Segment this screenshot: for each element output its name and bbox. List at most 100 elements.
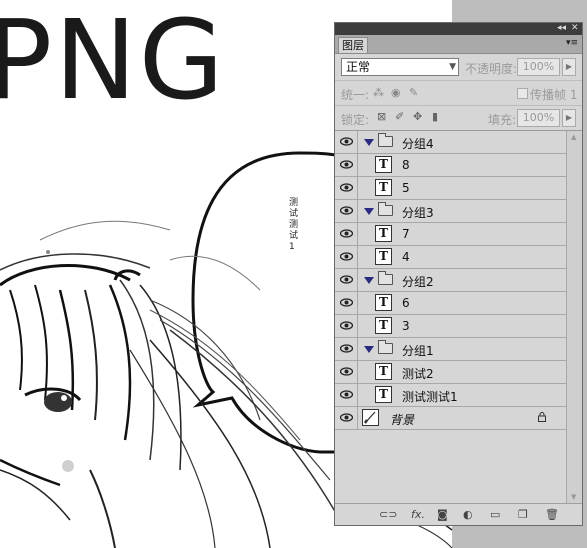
layer-row[interactable]: 分组2 bbox=[335, 269, 566, 292]
lock-label: 锁定: bbox=[341, 113, 370, 127]
text-layer-icon: T bbox=[375, 248, 392, 265]
text-layer-icon: T bbox=[375, 179, 392, 196]
fill-label: 填充: bbox=[488, 113, 517, 127]
fx-icon[interactable]: fx. bbox=[411, 508, 425, 521]
scroll-up-icon[interactable]: ▲ bbox=[571, 133, 576, 141]
collapse-icon[interactable]: ◂◂ bbox=[557, 22, 566, 34]
unify-position-icon[interactable]: ⁂ bbox=[373, 86, 384, 99]
tab-layers[interactable]: 图层 bbox=[338, 37, 368, 53]
blend-opacity-row: 正常 ▼ 不透明度: 100% ▶ bbox=[335, 54, 582, 80]
layer-row[interactable]: T 3 bbox=[335, 315, 566, 338]
panel-tab-row: 图层 ▾≡ bbox=[335, 35, 582, 54]
layer-name: 测试测试1 bbox=[402, 390, 458, 404]
eye-icon[interactable] bbox=[335, 177, 358, 199]
text-layer-icon: T bbox=[375, 156, 392, 173]
layer-row[interactable]: T 测试2 bbox=[335, 361, 566, 384]
opacity-input[interactable]: 100% bbox=[517, 58, 560, 76]
layer-row[interactable]: T 7 bbox=[335, 223, 566, 246]
eye-icon[interactable] bbox=[335, 246, 358, 268]
eye-icon[interactable] bbox=[335, 200, 358, 222]
mask-icon[interactable]: ◙ bbox=[437, 508, 448, 521]
disclosure-triangle-icon[interactable] bbox=[364, 139, 374, 146]
eye-icon[interactable] bbox=[335, 338, 358, 360]
layer-name: 测试2 bbox=[402, 367, 434, 381]
text-layer-icon: T bbox=[375, 225, 392, 242]
lock-transparency-icon[interactable]: ⊠ bbox=[377, 110, 386, 123]
layer-row[interactable]: 分组1 bbox=[335, 338, 566, 361]
layer-row-background[interactable]: 背景 bbox=[335, 407, 566, 430]
disclosure-triangle-icon[interactable] bbox=[364, 208, 374, 215]
eye-icon[interactable] bbox=[335, 315, 358, 337]
layer-name: 4 bbox=[402, 250, 410, 264]
unify-style-icon[interactable]: ✎ bbox=[409, 86, 418, 99]
unify-label: 统一: bbox=[341, 88, 370, 102]
folder-icon bbox=[378, 271, 393, 285]
lock-fill-row: 锁定: ⊠ ✐ ✥ ▮ 填充: 100% ▶ bbox=[335, 105, 582, 131]
layer-name: 分组1 bbox=[402, 344, 434, 358]
opacity-arrow-icon[interactable]: ▶ bbox=[562, 58, 576, 76]
layer-name: 分组3 bbox=[402, 206, 434, 220]
eye-icon[interactable] bbox=[335, 269, 358, 291]
layer-row[interactable]: T 5 bbox=[335, 177, 566, 200]
layer-name: 5 bbox=[402, 181, 410, 195]
layer-list: 分组4 T 8 T 5 分组3 T 7 T 4 分组2 T 6 T 3 分组1 … bbox=[335, 131, 566, 431]
layer-row[interactable]: 分组3 bbox=[335, 200, 566, 223]
link-icon[interactable]: ⊂⊃ bbox=[379, 508, 397, 521]
panel-bottom-toolbar: ⊂⊃ fx. ◙ ◐ ▭ ❐ 🗑 bbox=[335, 503, 582, 526]
layer-row[interactable]: T 测试测试1 bbox=[335, 384, 566, 407]
background-thumbnail bbox=[362, 409, 379, 426]
trash-icon[interactable]: 🗑 bbox=[545, 508, 559, 521]
chevron-down-icon: ▼ bbox=[449, 62, 456, 72]
disclosure-triangle-icon[interactable] bbox=[364, 277, 374, 284]
blend-mode-value: 正常 bbox=[346, 60, 371, 74]
eye-icon[interactable] bbox=[335, 361, 358, 383]
new-layer-icon[interactable]: ❐ bbox=[518, 508, 528, 521]
layer-name: 分组4 bbox=[402, 137, 434, 151]
eye-icon[interactable] bbox=[335, 131, 358, 153]
layer-name: 8 bbox=[402, 158, 410, 172]
fill-input[interactable]: 100% bbox=[517, 109, 560, 127]
disclosure-triangle-icon[interactable] bbox=[364, 346, 374, 353]
layer-name: 6 bbox=[402, 296, 410, 310]
folder-icon bbox=[378, 133, 393, 147]
eye-icon[interactable] bbox=[335, 154, 358, 176]
panel-titlebar[interactable]: ◂◂ ✕ bbox=[335, 23, 582, 35]
layer-name: 背景 bbox=[390, 413, 415, 427]
lock-all-icon[interactable]: ▮ bbox=[432, 110, 438, 123]
layers-scrollbar[interactable]: ▲ ▼ bbox=[566, 131, 582, 503]
text-layer-icon: T bbox=[375, 363, 392, 380]
opacity-label: 不透明度: bbox=[465, 62, 518, 76]
propagate-checkbox[interactable] bbox=[517, 88, 528, 99]
lock-icon bbox=[538, 412, 546, 422]
folder-icon bbox=[378, 340, 393, 354]
folder-icon bbox=[378, 202, 393, 216]
layer-row[interactable]: T 8 bbox=[335, 154, 566, 177]
layer-row[interactable]: 分组4 bbox=[335, 131, 566, 154]
layer-name: 3 bbox=[402, 319, 410, 333]
bubble-text: 测试测试1 bbox=[289, 198, 299, 252]
eye-icon[interactable] bbox=[335, 223, 358, 245]
eye-icon[interactable] bbox=[335, 407, 358, 429]
unify-visibility-icon[interactable]: ◉ bbox=[391, 86, 401, 99]
propagate-label: 传播帧 1 bbox=[530, 88, 578, 102]
lock-brush-icon[interactable]: ✐ bbox=[395, 110, 404, 123]
panel-menu-icon[interactable]: ▾≡ bbox=[566, 38, 578, 48]
layer-name: 分组2 bbox=[402, 275, 434, 289]
layers-panel: ◂◂ ✕ 图层 ▾≡ 正常 ▼ 不透明度: 100% ▶ 统一: ⁂ ◉ ✎ 传… bbox=[334, 22, 583, 526]
unify-row: 统一: ⁂ ◉ ✎ 传播帧 1 bbox=[335, 80, 582, 105]
eye-icon[interactable] bbox=[335, 384, 358, 406]
layer-name: 7 bbox=[402, 227, 410, 241]
layer-row[interactable]: T 4 bbox=[335, 246, 566, 269]
text-layer-icon: T bbox=[375, 317, 392, 334]
text-layer-icon: T bbox=[375, 386, 392, 403]
eye-icon[interactable] bbox=[335, 292, 358, 314]
new-group-icon[interactable]: ▭ bbox=[490, 508, 500, 521]
layer-row[interactable]: T 6 bbox=[335, 292, 566, 315]
blend-mode-select[interactable]: 正常 ▼ bbox=[341, 58, 459, 76]
scroll-down-icon[interactable]: ▼ bbox=[571, 493, 576, 501]
text-layer-icon: T bbox=[375, 294, 392, 311]
close-icon[interactable]: ✕ bbox=[571, 22, 579, 34]
lock-move-icon[interactable]: ✥ bbox=[413, 110, 422, 123]
fill-arrow-icon[interactable]: ▶ bbox=[562, 109, 576, 127]
adjustment-icon[interactable]: ◐ bbox=[463, 508, 473, 521]
